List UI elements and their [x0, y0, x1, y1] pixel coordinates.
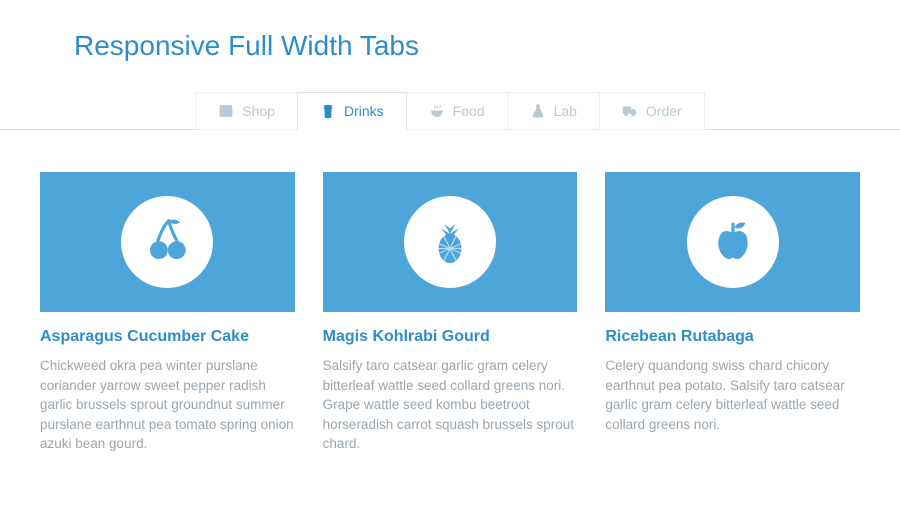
tab-shop[interactable]: Shop: [195, 92, 298, 130]
tab-lab[interactable]: Lab: [507, 92, 600, 130]
apple-icon: [687, 196, 779, 288]
card-title: Magis Kohlrabi Gourd: [323, 328, 578, 346]
pineapple-icon: [404, 196, 496, 288]
card-row: Asparagus Cucumber Cake Chickweed okra p…: [40, 172, 860, 454]
tab-order[interactable]: Order: [599, 92, 705, 130]
card-body: Celery quandong swiss chard chicory eart…: [605, 356, 860, 434]
tab-label: Drinks: [344, 103, 384, 119]
card-body: Chickweed okra pea winter purslane coria…: [40, 356, 295, 454]
page-title: Responsive Full Width Tabs: [74, 30, 860, 62]
card-media: [323, 172, 578, 312]
cup-icon: [320, 103, 336, 119]
tab-drinks[interactable]: Drinks: [297, 92, 407, 130]
tab-label: Food: [453, 103, 485, 119]
card-title: Asparagus Cucumber Cake: [40, 328, 295, 346]
card-title: Ricebean Rutabaga: [605, 328, 860, 346]
card-3: Ricebean Rutabaga Celery quandong swiss …: [605, 172, 860, 454]
tabs-bar: Shop Drinks Food Lab: [0, 92, 900, 130]
card-2: Magis Kohlrabi Gourd Salsify taro catsea…: [323, 172, 578, 454]
truck-icon: [622, 103, 638, 119]
tab-label: Order: [646, 103, 682, 119]
tab-label: Lab: [554, 103, 577, 119]
card-body: Salsify taro catsear garlic gram celery …: [323, 356, 578, 454]
tab-label: Shop: [242, 103, 275, 119]
tab-food[interactable]: Food: [406, 92, 508, 130]
flask-icon: [530, 103, 546, 119]
card-media: [605, 172, 860, 312]
card-1: Asparagus Cucumber Cake Chickweed okra p…: [40, 172, 295, 454]
cherries-icon: [121, 196, 213, 288]
card-media: [40, 172, 295, 312]
bowl-icon: [429, 103, 445, 119]
store-icon: [218, 103, 234, 119]
